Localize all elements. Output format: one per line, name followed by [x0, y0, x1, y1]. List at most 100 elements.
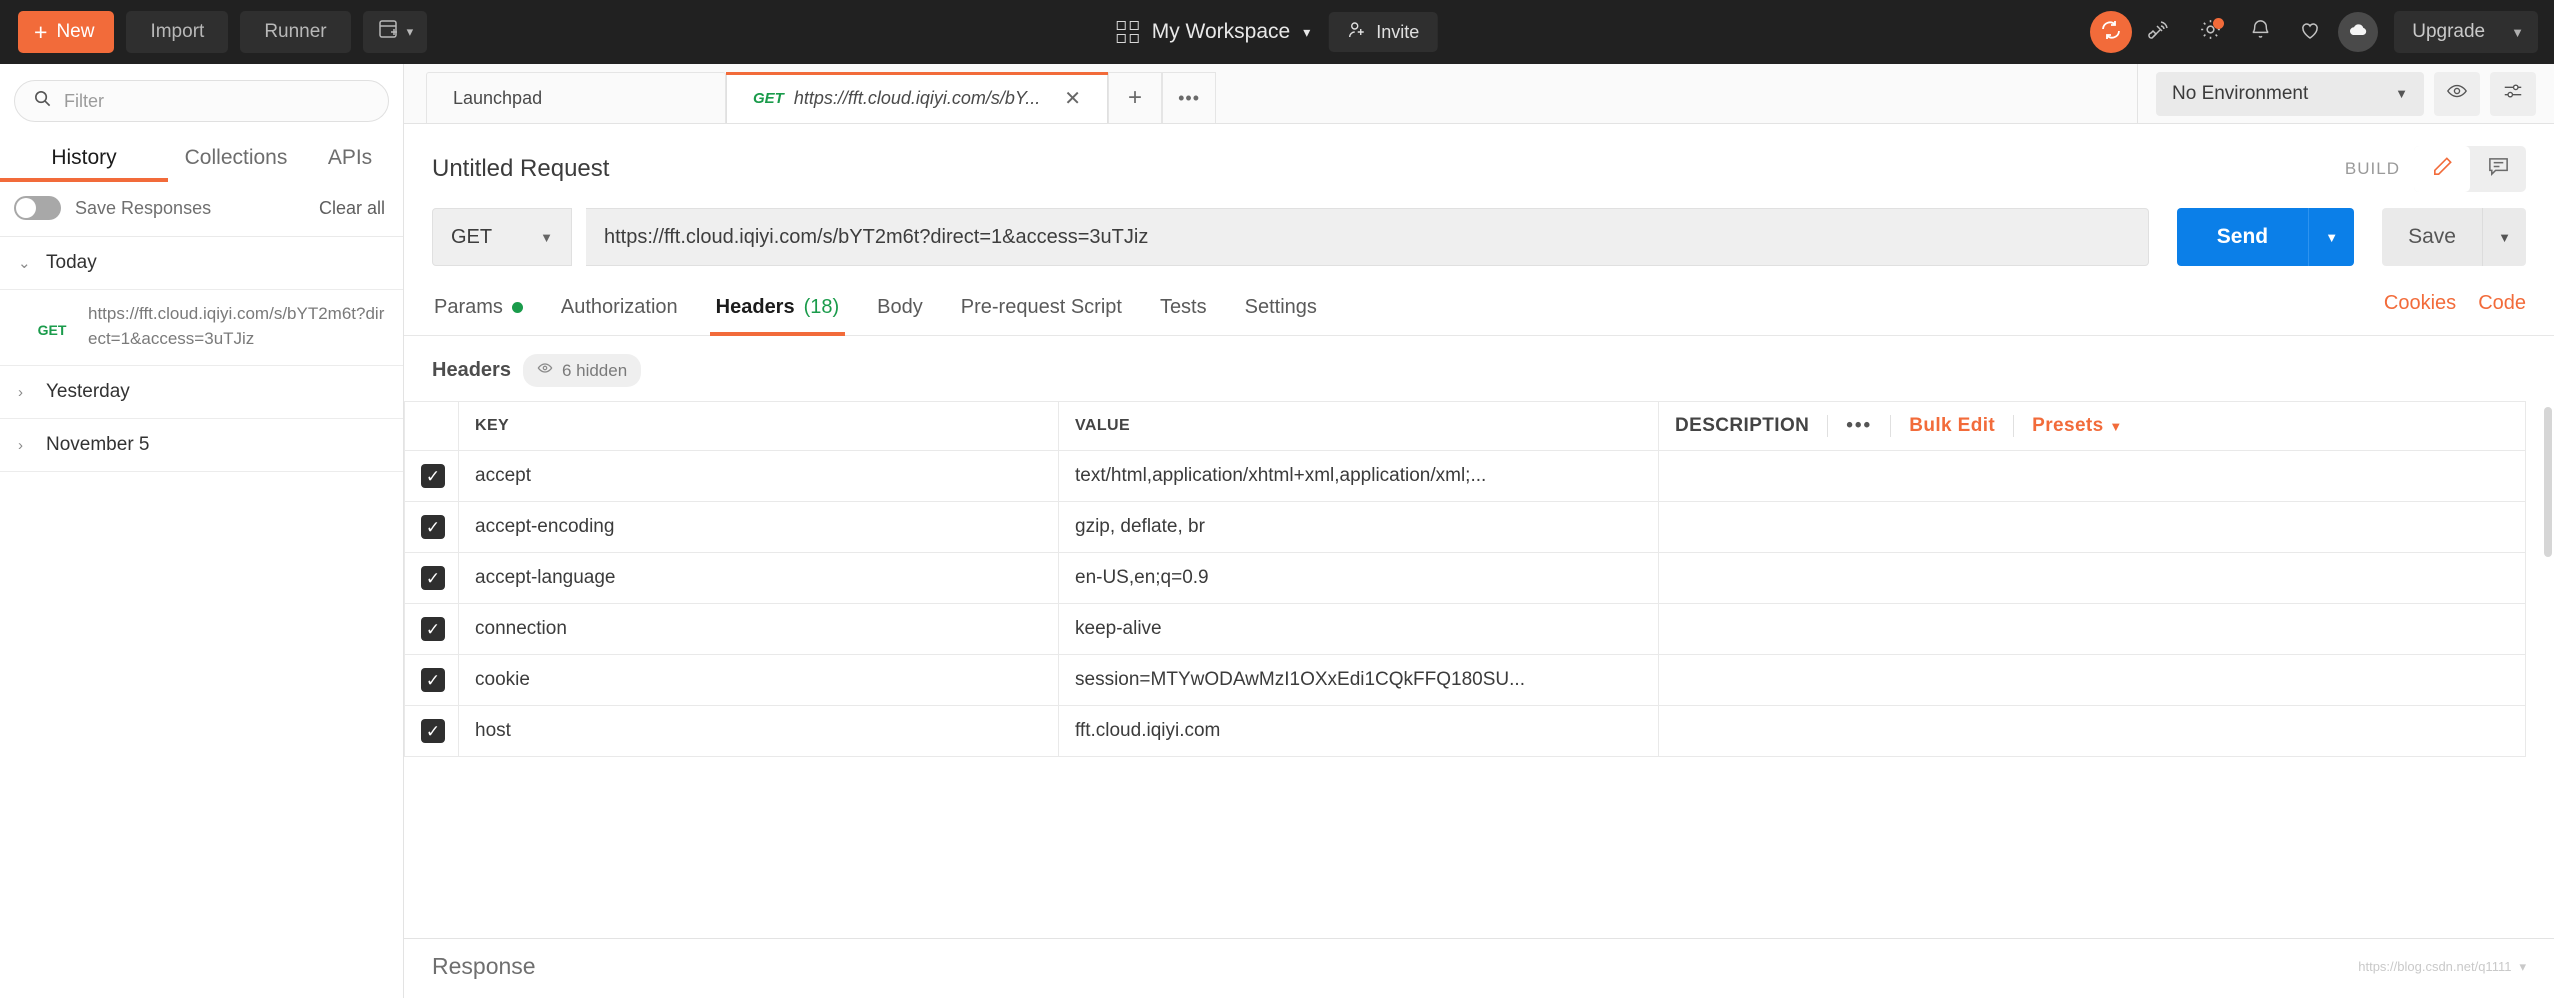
chevron-right-icon: › [18, 436, 23, 454]
request-header-actions: BUILD [2345, 146, 2526, 192]
row-description[interactable] [1658, 654, 2526, 706]
ellipsis-icon[interactable]: ••• [1827, 415, 1890, 437]
table-row[interactable]: accept-encoding gzip, deflate, br [404, 501, 2526, 553]
row-value[interactable]: keep-alive [1058, 603, 1659, 655]
history-group-label: Yesterday [46, 381, 130, 403]
row-description[interactable] [1658, 705, 2526, 757]
params-indicator-dot [511, 302, 523, 313]
row-description[interactable] [1658, 501, 2526, 553]
save-responses-toggle[interactable] [14, 196, 61, 220]
comment-button[interactable] [2470, 146, 2526, 192]
row-description[interactable] [1658, 450, 2526, 502]
environment-quick-look-button[interactable] [2434, 71, 2480, 116]
tab-headers-label: Headers [715, 296, 795, 318]
table-row[interactable]: host fft.cloud.iqiyi.com [404, 705, 2526, 757]
row-value[interactable]: gzip, deflate, br [1058, 501, 1659, 553]
filter-box[interactable] [14, 80, 389, 122]
row-key[interactable]: accept [458, 450, 1059, 502]
sync-button[interactable] [2090, 11, 2133, 53]
new-window-button[interactable]: ▾ [362, 11, 428, 53]
list-item[interactable]: GET https://fft.cloud.iqiyi.com/s/bYT2m6… [0, 290, 403, 367]
sidebar-tab-history[interactable]: History [0, 136, 168, 182]
runner-button[interactable]: Runner [240, 11, 351, 53]
clear-all-button[interactable]: Clear all [319, 198, 385, 219]
row-key[interactable]: host [458, 705, 1059, 757]
chevron-down-icon[interactable]: ▼ [2503, 25, 2538, 40]
invite-button[interactable]: Invite [1328, 12, 1438, 52]
bell-icon [2249, 18, 2272, 46]
table-row[interactable]: accept-language en-US,en;q=0.9 [404, 552, 2526, 604]
plus-icon: + [34, 18, 48, 45]
satellite-button[interactable] [2138, 10, 2182, 54]
checkbox-icon[interactable] [421, 515, 445, 539]
tab-strip: Launchpad GET https://fft.cloud.iqiyi.co… [404, 64, 2554, 124]
hidden-headers-pill[interactable]: 6 hidden [522, 354, 642, 387]
avatar[interactable] [2338, 12, 2379, 52]
row-value[interactable]: en-US,en;q=0.9 [1058, 552, 1659, 604]
tab-options-button[interactable]: ••• [1162, 72, 1217, 123]
sidebar-tab-apis[interactable]: APIs [304, 136, 396, 182]
url-input[interactable] [604, 225, 2130, 249]
checkbox-icon[interactable] [421, 566, 445, 590]
row-key[interactable]: accept-language [458, 552, 1059, 604]
presets-button[interactable]: Presets ▼ [2013, 415, 2140, 437]
eye-icon [537, 360, 553, 381]
tab-settings[interactable]: Settings [1243, 288, 1319, 335]
tab-params[interactable]: Params [432, 288, 525, 335]
checkbox-icon[interactable] [421, 464, 445, 488]
history-group-yesterday[interactable]: › Yesterday [0, 366, 403, 420]
row-description[interactable] [1658, 603, 2526, 655]
import-button[interactable]: Import [126, 11, 229, 53]
row-value[interactable]: fft.cloud.iqiyi.com [1058, 705, 1659, 757]
row-checkbox-cell [404, 552, 459, 604]
workspace-selector[interactable]: My Workspace ▾ [1116, 20, 1310, 44]
notifications-button[interactable] [2238, 10, 2282, 54]
sidebar-tab-collections[interactable]: Collections [168, 136, 304, 182]
code-link[interactable]: Code [2478, 292, 2526, 315]
row-key[interactable]: accept-encoding [458, 501, 1059, 553]
row-key[interactable]: cookie [458, 654, 1059, 706]
send-button[interactable]: Send [2176, 208, 2309, 266]
new-tab-button[interactable]: + [1108, 72, 1163, 123]
close-icon[interactable]: ✕ [1050, 86, 1081, 111]
tab-launchpad[interactable]: Launchpad [426, 72, 726, 123]
column-description-label: DESCRIPTION [1675, 415, 1810, 436]
tab-pre-request-script[interactable]: Pre-request Script [959, 288, 1124, 335]
table-row[interactable]: connection keep-alive [404, 603, 2526, 655]
row-value[interactable]: text/html,application/xhtml+xml,applicat… [1058, 450, 1659, 502]
bulk-edit-button[interactable]: Bulk Edit [1890, 415, 2013, 437]
url-input-wrapper[interactable] [586, 208, 2149, 266]
method-selector[interactable]: GET ▼ [432, 208, 572, 266]
checkbox-icon[interactable] [421, 668, 445, 692]
send-options-button[interactable]: ▼ [2308, 208, 2355, 266]
tab-request-active[interactable]: GET https://fft.cloud.iqiyi.com/s/bY... … [726, 72, 1109, 123]
row-value[interactable]: session=MTYwODAwMzI1OXxEdi1CQkFFQ180SU..… [1058, 654, 1659, 706]
environment-settings-button[interactable] [2490, 71, 2536, 116]
row-checkbox-cell [404, 501, 459, 553]
history-group-november-5[interactable]: › November 5 [0, 419, 403, 473]
vertical-scrollbar[interactable] [2544, 407, 2552, 557]
settings-button[interactable] [2188, 10, 2232, 54]
checkbox-icon[interactable] [421, 719, 445, 743]
table-row[interactable]: cookie session=MTYwODAwMzI1OXxEdi1CQkFFQ… [404, 654, 2526, 706]
tab-body-label: Body [877, 296, 923, 318]
table-row[interactable]: accept text/html,application/xhtml+xml,a… [404, 450, 2526, 502]
save-button[interactable]: Save [2382, 208, 2482, 266]
history-group-today[interactable]: ⌄ Today [0, 237, 403, 290]
tab-body[interactable]: Body [875, 288, 925, 335]
upgrade-button[interactable]: Upgrade ▼ [2394, 11, 2538, 53]
favorites-button[interactable] [2288, 10, 2332, 54]
tab-tests[interactable]: Tests [1158, 288, 1209, 335]
checkbox-icon[interactable] [421, 617, 445, 641]
save-options-button[interactable]: ▼ [2482, 208, 2526, 266]
edit-mode-button[interactable] [2414, 146, 2470, 192]
new-button[interactable]: + New [18, 11, 115, 53]
search-input[interactable] [64, 90, 370, 112]
row-key[interactable]: connection [458, 603, 1059, 655]
tab-headers[interactable]: Headers (18) [709, 288, 845, 336]
tab-authorization[interactable]: Authorization [559, 288, 680, 335]
environment-label: No Environment [2172, 82, 2309, 104]
row-description[interactable] [1658, 552, 2526, 604]
cookies-link[interactable]: Cookies [2384, 292, 2456, 315]
environment-selector[interactable]: No Environment ▼ [2156, 71, 2424, 116]
